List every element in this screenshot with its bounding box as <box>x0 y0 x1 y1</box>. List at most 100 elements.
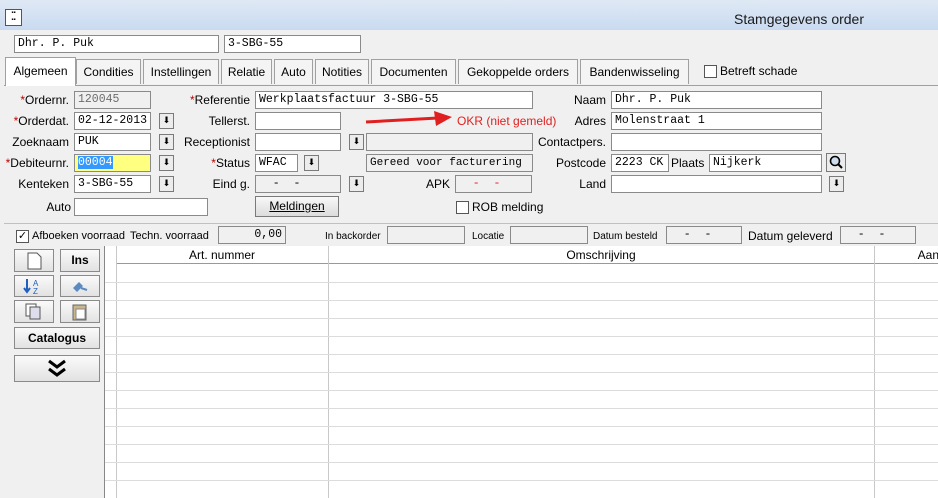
tab-bandenwisseling[interactable]: Bandenwisseling <box>580 59 689 84</box>
status-field[interactable]: WFAC <box>255 154 298 172</box>
receptionist-field[interactable] <box>255 133 341 151</box>
receptionist-dropdown-button[interactable]: ⬇ <box>349 134 364 150</box>
eind-dropdown-button[interactable]: ⬇ <box>349 176 364 192</box>
tab-auto[interactable]: Auto <box>274 59 313 84</box>
grid-row-line <box>105 354 938 355</box>
search-icon <box>829 155 843 169</box>
plaats-label: Plaats <box>671 156 705 170</box>
kenteken-field[interactable]: 3-SBG-55 <box>74 175 151 193</box>
tab-algemeen[interactable]: Algemeen <box>5 57 76 86</box>
tab-relatie[interactable]: Relatie <box>221 59 272 84</box>
tools-icon <box>73 282 88 292</box>
column-header-art-nummer[interactable]: Art. nummer <box>116 246 328 264</box>
status-description-field: Gereed voor facturering <box>366 154 533 172</box>
grid-row-line <box>105 426 938 427</box>
debiteur-dropdown-button[interactable]: ⬇ <box>159 155 174 171</box>
tools-button[interactable] <box>60 275 100 297</box>
orderdat-field[interactable]: 02-12-2013 <box>74 112 151 130</box>
locatie-label: Locatie <box>472 231 505 242</box>
copy-icon <box>25 303 41 320</box>
kenteken-label: Kenteken <box>18 177 69 191</box>
ordernr-label: Ordernr. <box>4 93 69 107</box>
sort-az-icon: AZ <box>23 279 39 296</box>
eind-field: - - <box>255 175 341 193</box>
order-lines-grid[interactable]: Art. nummer Omschrijving Aan <box>104 246 938 498</box>
search-button[interactable] <box>826 153 846 172</box>
tellerst-field[interactable] <box>255 112 341 130</box>
afboeken-checkbox[interactable]: ✓ <box>16 230 29 243</box>
orderdat-dropdown-button[interactable]: ⬇ <box>159 113 174 129</box>
tab-gekoppelde-orders[interactable]: Gekoppelde orders <box>458 59 578 84</box>
grid-row-line <box>105 318 938 319</box>
techn-voorraad-label: Techn. voorraad <box>130 230 209 242</box>
grid-row-line <box>105 300 938 301</box>
grid-row-line <box>105 336 938 337</box>
tab-documenten[interactable]: Documenten <box>371 59 456 84</box>
auto-field[interactable] <box>74 198 208 216</box>
auto-label: Auto <box>46 200 71 214</box>
svg-text:Z: Z <box>33 287 38 296</box>
grid-row-line <box>105 390 938 391</box>
backorder-label: In backorder <box>325 231 381 242</box>
contactpers-label: Contactpers. <box>537 135 606 149</box>
grid-row-line <box>105 444 938 445</box>
zoeknaam-label: Zoeknaam <box>12 135 69 149</box>
kenteken-dropdown-button[interactable]: ⬇ <box>159 176 174 192</box>
tab-instellingen[interactable]: Instellingen <box>143 59 219 84</box>
copy-button[interactable] <box>14 300 54 323</box>
grid-row-line <box>105 408 938 409</box>
referentie-field[interactable]: Werkplaatsfactuur 3-SBG-55 <box>255 91 533 109</box>
ordernr-field: 120045 <box>74 91 151 109</box>
postcode-label: Postcode <box>555 156 606 170</box>
column-header-aantal[interactable]: Aan <box>874 246 938 264</box>
zoeknaam-field[interactable]: PUK <box>74 133 151 151</box>
backorder-field <box>387 226 465 244</box>
paste-button[interactable] <box>60 300 100 323</box>
debiteur-selected-text: 00004 <box>78 156 113 169</box>
tab-condities[interactable]: Condities <box>76 59 141 84</box>
status-dropdown-button[interactable]: ⬇ <box>304 155 319 171</box>
divider <box>4 223 938 224</box>
header-customer-field[interactable]: Dhr. P. Puk <box>14 35 219 53</box>
insert-button[interactable]: Ins <box>60 249 100 272</box>
naam-field[interactable]: Dhr. P. Puk <box>611 91 822 109</box>
referentie-label: Referentie <box>176 93 250 107</box>
land-field[interactable] <box>611 175 822 193</box>
sort-button[interactable]: AZ <box>14 275 54 297</box>
land-dropdown-button[interactable]: ⬇ <box>829 176 844 192</box>
debiteur-label: Debiteurnr. <box>0 156 69 170</box>
debiteur-field[interactable]: 00004 <box>74 154 151 172</box>
plaats-field[interactable]: Nijkerk <box>709 154 822 172</box>
tab-notities[interactable]: Notities <box>315 59 369 84</box>
rob-melding-label: ROB melding <box>472 200 544 214</box>
expand-down-button[interactable] <box>14 355 100 382</box>
adres-label: Adres <box>574 114 606 128</box>
tellerst-label: Tellerst. <box>208 114 250 128</box>
naam-label: Naam <box>573 93 606 107</box>
column-header-omschrijving[interactable]: Omschrijving <box>328 246 874 264</box>
orderdat-label: Orderdat. <box>4 114 69 128</box>
red-arrow-annotation <box>365 111 452 126</box>
double-chevron-down-icon <box>48 359 66 377</box>
receptionist-name-field <box>366 133 533 151</box>
datum-geleverd-label: Datum geleverd <box>748 229 833 243</box>
rob-melding-checkbox[interactable] <box>456 201 469 214</box>
techn-voorraad-field: 0,00 <box>218 226 286 244</box>
grid-row-line <box>105 480 938 481</box>
betreft-schade-checkbox[interactable] <box>704 65 717 78</box>
status-label: Status <box>176 156 250 170</box>
eind-label: Eind g. <box>212 177 250 191</box>
apk-field: - - <box>455 175 532 193</box>
apk-label: APK <box>425 177 450 191</box>
contactpers-field[interactable] <box>611 133 822 151</box>
datum-besteld-label: Datum besteld <box>593 231 658 242</box>
datum-besteld-field: - - <box>666 226 742 244</box>
postcode-field[interactable]: 2223 CK <box>611 154 669 172</box>
new-line-button[interactable] <box>14 249 54 272</box>
catalogus-button[interactable]: Catalogus <box>14 327 100 349</box>
land-label: Land <box>579 177 606 191</box>
meldingen-button[interactable]: Meldingen <box>255 196 339 217</box>
header-plate-field[interactable]: 3-SBG-55 <box>224 35 361 53</box>
adres-field[interactable]: Molenstraat 1 <box>611 112 822 130</box>
afboeken-label: Afboeken voorraad <box>32 230 125 242</box>
